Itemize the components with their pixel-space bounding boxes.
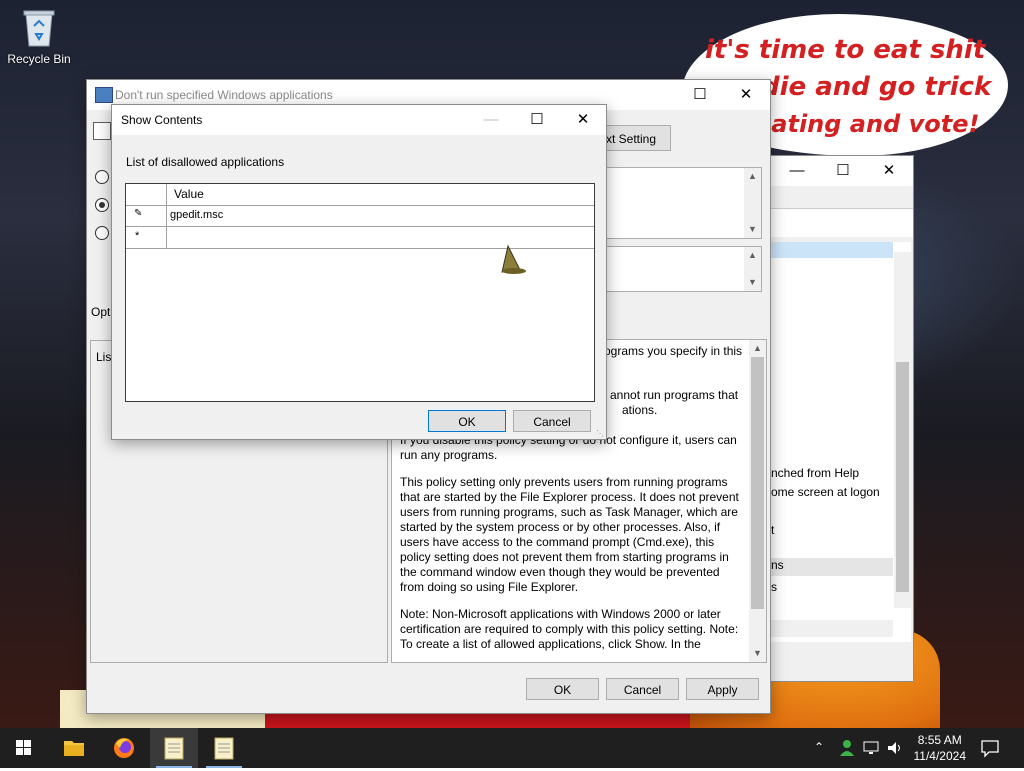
recycle-bin-icon bbox=[22, 8, 56, 48]
cancel-button[interactable]: Cancel bbox=[606, 678, 679, 700]
start-button[interactable] bbox=[0, 728, 48, 768]
comment-scrollbar[interactable]: ▲ ▼ bbox=[744, 168, 761, 238]
maximize-icon[interactable]: ☐ bbox=[514, 105, 560, 135]
ok-button[interactable]: OK bbox=[428, 410, 506, 432]
list-item-selected[interactable] bbox=[771, 242, 893, 258]
scroll-down-icon[interactable]: ▼ bbox=[749, 645, 766, 662]
scroll-thumb[interactable] bbox=[896, 362, 909, 592]
ok-button[interactable]: OK bbox=[526, 678, 599, 700]
recycle-bin-label: Recycle Bin bbox=[7, 52, 71, 66]
supported-scrollbar[interactable]: ▲ ▼ bbox=[744, 247, 761, 291]
recycle-bin[interactable]: Recycle Bin bbox=[6, 8, 72, 66]
scroll-down-icon[interactable]: ▼ bbox=[744, 221, 761, 238]
list-label: List of disallowed applications bbox=[126, 155, 285, 169]
grid-row[interactable]: ✎ gpedit.msc bbox=[126, 205, 594, 227]
list-item[interactable]: t bbox=[771, 523, 774, 537]
desktop: it's time to eat shit die and go trick e… bbox=[0, 0, 1024, 728]
help-paragraph: This policy setting only prevents users … bbox=[400, 475, 739, 594]
volume-icon[interactable] bbox=[886, 739, 904, 760]
setting-icon bbox=[93, 122, 111, 140]
scroll-up-icon[interactable]: ▲ bbox=[744, 168, 761, 185]
notepad-button-1[interactable] bbox=[150, 728, 198, 768]
firefox-icon bbox=[114, 738, 134, 758]
policy-window-title: Don't run specified Windows applications bbox=[115, 88, 333, 102]
background-window-toolbar bbox=[771, 208, 913, 237]
clock-date: 11/4/2024 bbox=[913, 749, 967, 763]
apply-button[interactable]: Apply bbox=[686, 678, 759, 700]
cursor-icon bbox=[500, 244, 528, 279]
vertical-scrollbar[interactable] bbox=[894, 252, 911, 608]
grid-cell-value[interactable]: gpedit.msc bbox=[170, 209, 223, 221]
user-tray-icon[interactable] bbox=[838, 738, 856, 761]
cancel-button[interactable]: Cancel bbox=[513, 410, 591, 432]
new-row-asterisk-icon: * bbox=[135, 230, 140, 242]
help-paragraph: Note: Non-Microsoft applications with Wi… bbox=[400, 607, 739, 651]
list-item[interactable]: ns bbox=[771, 558, 893, 576]
scroll-thumb[interactable] bbox=[751, 357, 764, 609]
minimize-icon: — bbox=[483, 111, 499, 128]
notepad-icon bbox=[164, 737, 184, 760]
maximize-icon[interactable]: ☐ bbox=[823, 156, 863, 186]
horizontal-scrollbar[interactable] bbox=[771, 620, 893, 637]
taskbar: ⌃ 8:55 AM 11/4/2024 bbox=[0, 728, 1024, 768]
minimize-icon[interactable]: — bbox=[777, 156, 817, 186]
scroll-up-icon[interactable]: ▲ bbox=[744, 247, 761, 264]
folder-icon bbox=[64, 741, 84, 756]
maximize-icon[interactable]: ☐ bbox=[677, 80, 723, 110]
help-scrollbar[interactable]: ▲ ▼ bbox=[749, 340, 766, 662]
values-grid[interactable]: Value ✎ gpedit.msc * bbox=[125, 183, 595, 402]
clock[interactable]: 8:55 AM 11/4/2024 bbox=[914, 732, 967, 764]
notepad-button-2[interactable] bbox=[200, 728, 248, 768]
background-window[interactable]: — ☐ ✕ nched from Help ome screen at logo… bbox=[770, 155, 914, 682]
policy-app-icon bbox=[95, 87, 113, 103]
edit-pencil-icon: ✎ bbox=[134, 208, 143, 219]
list-item[interactable]: s bbox=[771, 580, 777, 594]
row-header-cell: ✎ bbox=[126, 205, 167, 226]
grid-header: Value bbox=[126, 184, 594, 206]
scroll-up-icon[interactable]: ▲ bbox=[749, 340, 766, 357]
show-contents-dialog[interactable]: Show Contents — ☐ ✕ List of disallowed a… bbox=[111, 104, 607, 440]
list-item[interactable]: ome screen at logon bbox=[771, 485, 880, 499]
disabled-radio[interactable] bbox=[95, 226, 109, 240]
wallpaper-line-1: it's time to eat shit bbox=[705, 35, 986, 65]
close-icon[interactable]: ✕ bbox=[869, 156, 909, 186]
firefox-button[interactable] bbox=[100, 728, 148, 768]
network-icon[interactable] bbox=[862, 739, 880, 760]
options-label: Opt bbox=[91, 305, 111, 319]
close-icon[interactable]: ✕ bbox=[723, 80, 769, 110]
row-header-cell bbox=[126, 184, 167, 205]
resize-grip-icon[interactable]: ⋱ bbox=[596, 429, 604, 438]
show-contents-title: Show Contents bbox=[121, 113, 203, 127]
enabled-radio[interactable] bbox=[95, 198, 109, 212]
show-hidden-icons-chevron-icon[interactable]: ⌃ bbox=[814, 740, 824, 754]
column-header-value: Value bbox=[174, 187, 204, 201]
scroll-down-icon[interactable]: ▼ bbox=[744, 274, 761, 291]
close-icon[interactable]: ✕ bbox=[560, 105, 606, 135]
list-item[interactable]: nched from Help bbox=[771, 466, 859, 480]
not-configured-radio[interactable] bbox=[95, 170, 109, 184]
clock-time: 8:55 AM bbox=[917, 733, 962, 747]
notifications-icon[interactable] bbox=[980, 738, 1000, 761]
row-header-cell: * bbox=[126, 227, 167, 248]
file-explorer-button[interactable] bbox=[50, 728, 98, 768]
notepad-icon bbox=[214, 737, 234, 760]
windows-logo-icon bbox=[16, 740, 31, 755]
background-window-list: nched from Help ome screen at logon t ns… bbox=[771, 242, 911, 642]
